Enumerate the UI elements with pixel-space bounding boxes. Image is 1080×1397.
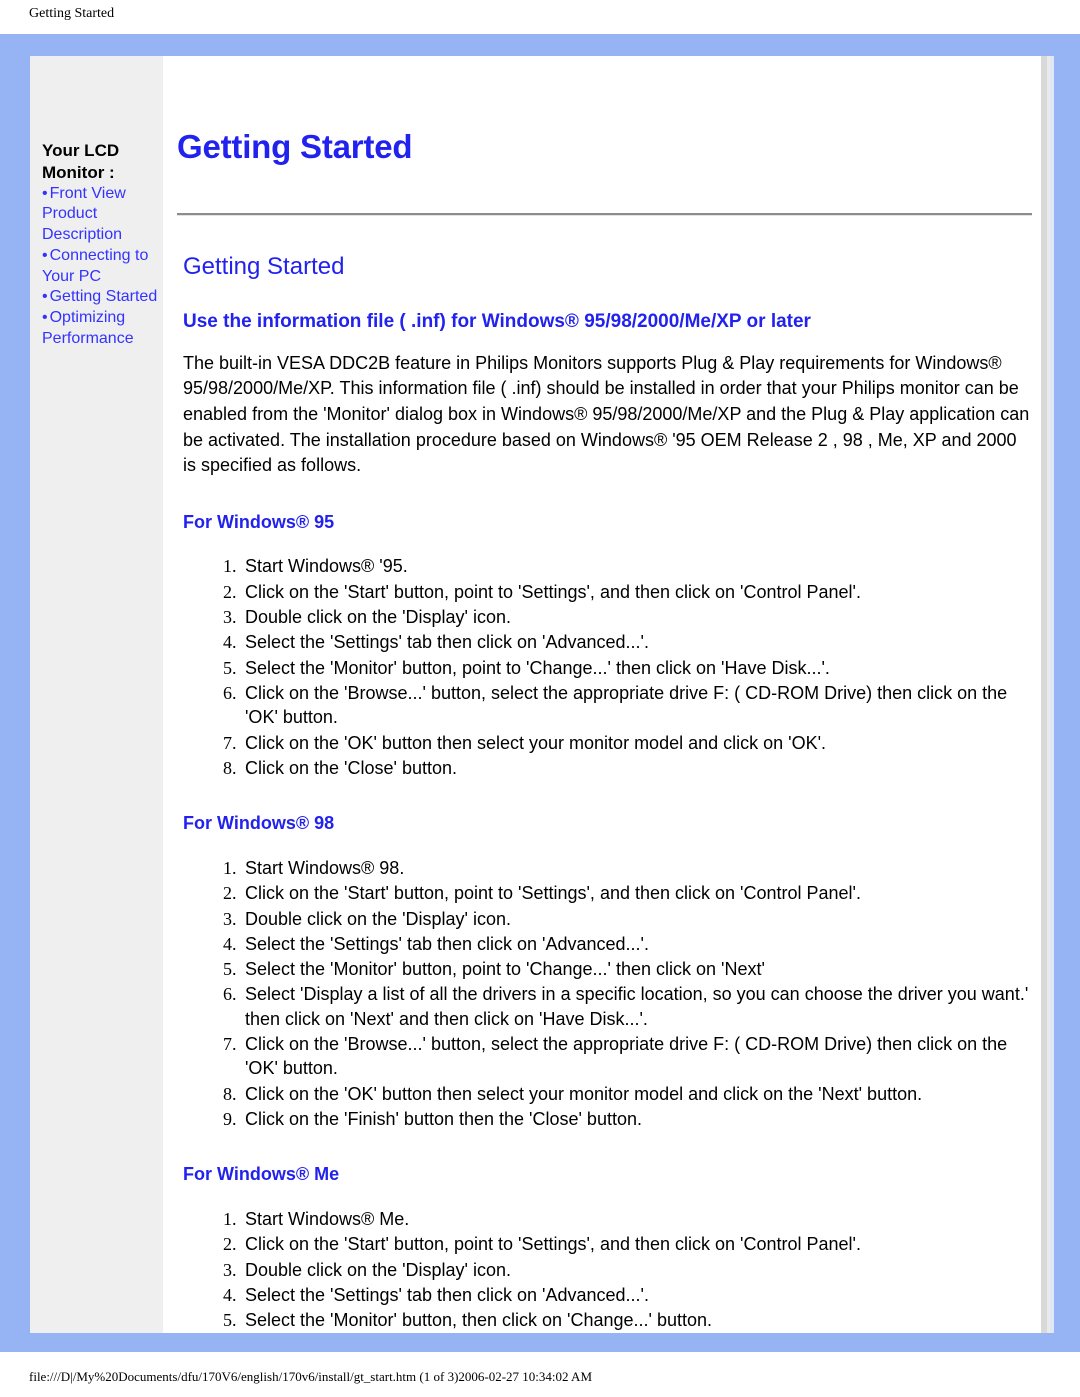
sidebar-link-label[interactable]: Front View Product Description <box>42 185 126 244</box>
list-item: Select the 'Settings' tab then click on … <box>241 932 1032 956</box>
sidebar: Your LCD Monitor : • Front View Product D… <box>30 56 163 1333</box>
scrollbar[interactable] <box>1040 56 1054 1333</box>
sidebar-title: Your LCD Monitor : <box>42 140 159 184</box>
bullet-icon: • <box>42 288 48 306</box>
os-heading-windows-98: For Windows® 98 <box>183 813 335 834</box>
steps-list-windows-98: Start Windows® 98. Click on the 'Start' … <box>177 856 1032 1131</box>
list-item: Click on the 'Finish' button then the 'C… <box>241 1107 1032 1131</box>
list-item: Select the 'Settings' tab then click on … <box>241 1283 1032 1307</box>
section-title: Getting Started <box>183 252 345 280</box>
bullet-icon: • <box>42 309 48 327</box>
sidebar-item-connecting-to-your-pc[interactable]: • Connecting to Your PC <box>42 246 159 288</box>
list-item: Select 'Display a list of all the driver… <box>241 982 1032 1031</box>
page-frame: Your LCD Monitor : • Front View Product D… <box>0 34 1080 1352</box>
steps-list-windows-95: Start Windows® '95. Click on the 'Start'… <box>177 554 1032 780</box>
os-heading-windows-me: For Windows® Me <box>183 1164 340 1185</box>
steps-list-windows-me: Start Windows® Me. Click on the 'Start' … <box>177 1207 1032 1332</box>
list-item: Select the 'Monitor' button, point to 'C… <box>241 957 1032 981</box>
sidebar-link-label[interactable]: Optimizing Performance <box>42 309 134 347</box>
document-footer: file:///D|/My%20Documents/dfu/170V6/engl… <box>0 1352 1080 1397</box>
sidebar-item-front-view-product-description[interactable]: • Front View Product Description <box>42 184 159 246</box>
os-heading-windows-95: For Windows® 95 <box>183 511 335 532</box>
list-item: Click on the 'Browse...' button, select … <box>241 681 1032 730</box>
list-item: Click on the 'Close' button. <box>241 756 1032 780</box>
list-item: Click on the 'OK' button then select you… <box>241 1082 1032 1106</box>
sidebar-item-getting-started[interactable]: • Getting Started <box>42 287 159 308</box>
list-item: Click on the 'Browse...' button, select … <box>241 1032 1032 1081</box>
document-header-title: Getting Started <box>29 6 115 21</box>
list-item: Start Windows® '95. <box>241 554 1032 578</box>
bullet-icon: • <box>42 184 48 202</box>
main-content-inner: Getting Started Getting Started Use the … <box>177 56 1032 1332</box>
sidebar-link-label[interactable]: Connecting to Your PC <box>42 247 148 285</box>
title-divider <box>177 212 1032 216</box>
list-item: Click on the 'Start' button, point to 'S… <box>241 881 1032 905</box>
list-item: Click on the 'Start' button, point to 'S… <box>241 1232 1032 1256</box>
list-item: Select the 'Settings' tab then click on … <box>241 630 1032 654</box>
main-content: Getting Started Getting Started Use the … <box>163 56 1054 1333</box>
sidebar-title-line1: Your LCD <box>42 141 120 160</box>
bullet-icon: • <box>42 246 48 264</box>
list-item: Select the 'Monitor' button, point to 'C… <box>241 656 1032 680</box>
sidebar-title-line2: Monitor : <box>42 162 115 182</box>
page-title: Getting Started <box>177 128 413 165</box>
sidebar-item-optimizing-performance[interactable]: • Optimizing Performance <box>42 308 159 350</box>
list-item: Start Windows® Me. <box>241 1207 1032 1231</box>
list-item: Click on the 'Start' button, point to 'S… <box>241 580 1032 604</box>
sidebar-list: • Front View Product Description • Connect… <box>42 184 159 350</box>
document-footer-path: file:///D|/My%20Documents/dfu/170V6/engl… <box>29 1369 593 1384</box>
page-sheet: Your LCD Monitor : • Front View Product D… <box>30 56 1054 1333</box>
document-header: Getting Started <box>0 0 1080 34</box>
subsection-title: Use the information file ( .inf) for Win… <box>183 311 811 333</box>
list-item: Select the 'Monitor' button, then click … <box>241 1308 1032 1332</box>
list-item: Start Windows® 98. <box>241 856 1032 880</box>
intro-paragraph: The built-in VESA DDC2B feature in Phili… <box>183 352 1030 476</box>
list-item: Double click on the 'Display' icon. <box>241 605 1032 629</box>
sidebar-link-label[interactable]: Getting Started <box>50 288 158 305</box>
list-item: Double click on the 'Display' icon. <box>241 907 1032 931</box>
sidebar-inner: Your LCD Monitor : • Front View Product D… <box>30 56 163 350</box>
list-item: Click on the 'OK' button then select you… <box>241 731 1032 755</box>
list-item: Double click on the 'Display' icon. <box>241 1258 1032 1282</box>
